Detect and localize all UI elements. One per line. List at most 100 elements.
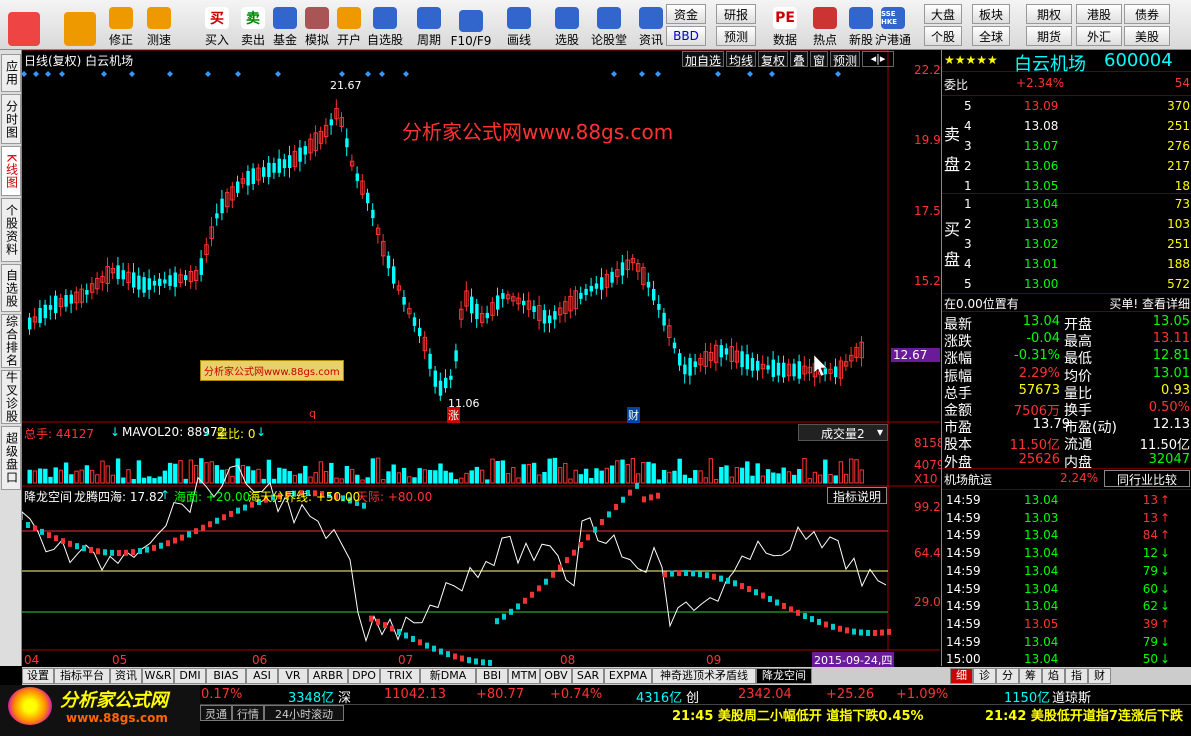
indicator-tab[interactable]: 资讯 xyxy=(110,668,142,684)
toolbar-small-button[interactable]: 板块 xyxy=(972,4,1010,24)
event-diamond-icon[interactable] xyxy=(22,71,27,77)
toolbar-small-button[interactable]: 外汇 xyxy=(1076,26,1122,46)
indicator-tab[interactable]: SAR xyxy=(572,668,604,684)
event-marker-cai[interactable]: 财 xyxy=(627,407,640,423)
toolbar-button-10[interactable]: 周期 xyxy=(410,2,448,48)
event-diamond-icon[interactable] xyxy=(403,71,409,77)
event-diamond-icon[interactable] xyxy=(205,71,211,77)
toolbar-small-button[interactable]: 港股 xyxy=(1076,4,1122,24)
toolbar-small-button[interactable]: 全球 xyxy=(972,26,1010,46)
indicator-tab[interactable]: EXPMA xyxy=(604,668,652,684)
event-diamond-icon[interactable] xyxy=(167,71,173,77)
news-ticker-2[interactable]: 21:42 美股低开道指7连涨后下跌 xyxy=(985,705,1183,724)
indicator-help-button[interactable]: 指标说明 xyxy=(827,487,887,504)
toolbar-button-19[interactable]: SSE HKE 沪港通 xyxy=(874,2,912,48)
sidebar-tab-1[interactable]: 分时图 xyxy=(1,94,21,144)
sell-level-row[interactable]: 4 13.08 251 xyxy=(942,118,1191,136)
indicator-tab[interactable]: ASI xyxy=(246,668,278,684)
toolbar-small-button[interactable]: 大盘 xyxy=(924,4,962,24)
toolbar-button-11[interactable]: F10/F9 xyxy=(451,2,491,48)
quote-tab[interactable]: 焰 xyxy=(1042,668,1065,684)
toolbar-small-button[interactable]: 期权 xyxy=(1026,4,1072,24)
sidebar-tab-5[interactable]: 综合排名 xyxy=(1,314,21,368)
toolbar-button-14[interactable]: 论股堂 xyxy=(590,2,628,48)
indicator-tab[interactable]: BBI xyxy=(476,668,508,684)
indicator-tab[interactable]: VR xyxy=(278,668,308,684)
quote-tab[interactable]: 筹 xyxy=(1019,668,1042,684)
quote-tab[interactable]: 分 xyxy=(996,668,1019,684)
toolbar-small-button[interactable]: 个股 xyxy=(924,26,962,46)
event-diamond-icon[interactable] xyxy=(59,71,65,77)
buy-level-row[interactable]: 3 13.02 251 xyxy=(942,236,1191,254)
sidebar-tab-3[interactable]: 个股资料 xyxy=(1,198,21,262)
indicator-tab[interactable]: DMI xyxy=(174,668,206,684)
event-diamond-icon[interactable] xyxy=(835,71,841,77)
event-diamond-icon[interactable] xyxy=(379,71,385,77)
status-tab[interactable]: 灵通 xyxy=(200,705,232,721)
buy-level-row[interactable]: 2 13.03 103 xyxy=(942,216,1191,234)
event-diamond-icon[interactable] xyxy=(639,71,645,77)
indicator-tab[interactable]: BIAS xyxy=(206,668,246,684)
quote-tab[interactable]: 诊 xyxy=(973,668,996,684)
chart-button[interactable]: 叠 xyxy=(790,51,808,68)
sell-level-row[interactable]: 2 13.06 217 xyxy=(942,158,1191,176)
kline-chart-area[interactable]: 日线(复权) 白云机场 加自选 均线 复权叠窗预测 ◂|▸ 分析家公式网www.88g… xyxy=(22,50,952,668)
toolbar-small-button[interactable]: 美股 xyxy=(1124,26,1170,46)
status-tab[interactable]: 24小时滚动 xyxy=(264,705,344,721)
order-detail-link[interactable]: 买单! 查看详细 xyxy=(1109,295,1190,312)
event-marker-zhang[interactable]: 涨 xyxy=(447,407,460,423)
event-diamond-icon[interactable] xyxy=(715,71,721,77)
toolbar-button-16[interactable]: PE 数据 xyxy=(766,2,804,48)
chart-button[interactable]: 窗 xyxy=(810,51,828,68)
indicator-tab[interactable]: DPO xyxy=(348,668,380,684)
event-diamond-icon[interactable] xyxy=(101,71,107,77)
buy-level-row[interactable]: 1 13.04 73 xyxy=(942,196,1191,214)
toolbar-button-1[interactable] xyxy=(60,2,100,48)
industry-compare-button[interactable]: 同行业比较 xyxy=(1104,470,1190,487)
toolbar-button-0[interactable] xyxy=(4,2,44,48)
sell-level-row[interactable]: 5 13.09 370 xyxy=(942,98,1191,116)
quote-tab[interactable]: 财 xyxy=(1088,668,1111,684)
toolbar-button-13[interactable]: 选股 xyxy=(548,2,586,48)
chart-button[interactable]: 预测 xyxy=(830,51,860,68)
event-diamond-icon[interactable] xyxy=(235,71,241,77)
news-ticker-1[interactable]: 21:45 美股周二小幅低开 道指下跌0.45% xyxy=(672,705,924,724)
toolbar-small-button[interactable]: 期货 xyxy=(1026,26,1072,46)
toolbar-small-button[interactable]: 债券 xyxy=(1124,4,1170,24)
toolbar-button-3[interactable]: 测速 xyxy=(140,2,178,48)
indicator-tab[interactable]: 降龙空间 xyxy=(756,668,812,684)
indicator-tab[interactable]: 设置 xyxy=(22,668,54,684)
indicator-tab[interactable]: OBV xyxy=(540,668,572,684)
buy-level-row[interactable]: 4 13.01 188 xyxy=(942,256,1191,274)
indicator-tab[interactable]: ARBR xyxy=(308,668,348,684)
sidebar-tab-7[interactable]: 超级盘口 xyxy=(1,426,21,490)
toolbar-button-17[interactable]: 热点 xyxy=(806,2,844,48)
buy-level-row[interactable]: 5 13.00 572 xyxy=(942,276,1191,294)
chart-button[interactable]: 复权 xyxy=(758,51,788,68)
toolbar-small-button[interactable]: 研报 xyxy=(716,4,756,24)
event-diamond-icon[interactable] xyxy=(365,71,371,77)
event-diamond-icon[interactable] xyxy=(33,71,39,77)
toolbar-button-2[interactable]: 修正 xyxy=(102,2,140,48)
indicator-tab[interactable]: MTM xyxy=(508,668,540,684)
event-diamond-icon[interactable] xyxy=(339,71,345,77)
quote-tab[interactable]: 细 xyxy=(950,668,973,684)
chart-scroll-arrows-icon[interactable]: ◂|▸ xyxy=(862,51,894,67)
sector-name[interactable]: 机场航运 xyxy=(944,471,992,488)
sidebar-tab-4[interactable]: 自选股 xyxy=(1,264,21,312)
toolbar-small-button[interactable]: 资金 xyxy=(666,4,706,24)
volume-indicator-select[interactable]: 成交量2 ▾ xyxy=(798,424,888,441)
event-diamond-icon[interactable] xyxy=(129,71,135,77)
event-diamond-icon[interactable] xyxy=(45,71,51,77)
indicator-tab[interactable]: 新DMA xyxy=(420,668,476,684)
toolbar-button-4[interactable]: 买买入 xyxy=(198,2,236,48)
toolbar-small-button[interactable]: BBD xyxy=(666,26,706,46)
toolbar-button-15[interactable]: 资讯 xyxy=(632,2,670,48)
indicator-tab[interactable]: 神奇逃顶术矛盾线 xyxy=(652,668,756,684)
event-marker-q[interactable]: q xyxy=(309,407,316,420)
sidebar-tab-0[interactable]: 应用 xyxy=(1,54,21,92)
toolbar-button-9[interactable]: 自选股 xyxy=(366,2,404,48)
status-tab[interactable]: 行情 xyxy=(232,705,264,721)
sell-level-row[interactable]: 3 13.07 276 xyxy=(942,138,1191,156)
sidebar-tab-6[interactable]: 牛叉诊股 xyxy=(1,370,21,424)
